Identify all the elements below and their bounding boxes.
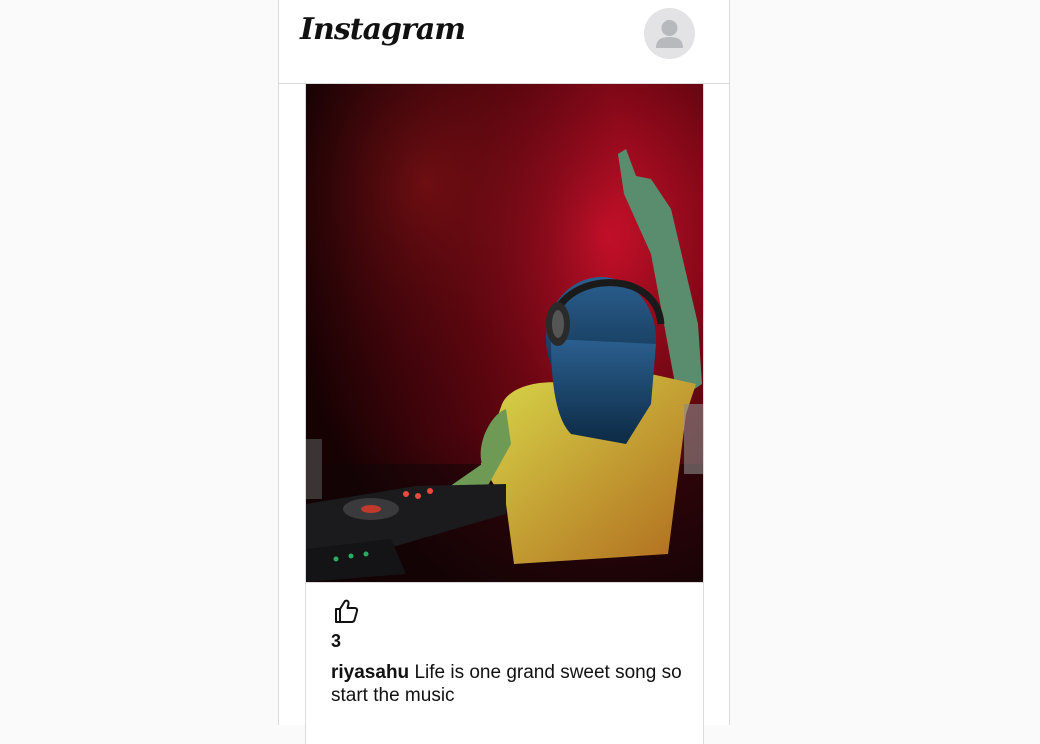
header-bar: Instagram	[279, 0, 729, 84]
post-image[interactable]	[306, 84, 703, 583]
post-card: 3 riyasahu Life is one grand sweet song …	[305, 84, 704, 744]
likes-count: 3	[331, 631, 342, 651]
like-button[interactable]	[332, 597, 360, 625]
app-container: Instagram 3 riyasahu Life is one grand s…	[278, 0, 730, 744]
default-user-avatar-icon	[644, 8, 695, 59]
instagram-logo[interactable]: Instagram	[300, 12, 466, 47]
caption-username[interactable]: riyasahu	[331, 662, 409, 683]
post-caption: riyasahu Life is one grand sweet song so…	[331, 661, 705, 707]
dj-photo	[306, 84, 703, 582]
thumbs-up-icon	[335, 599, 359, 623]
profile-avatar[interactable]	[644, 8, 695, 59]
